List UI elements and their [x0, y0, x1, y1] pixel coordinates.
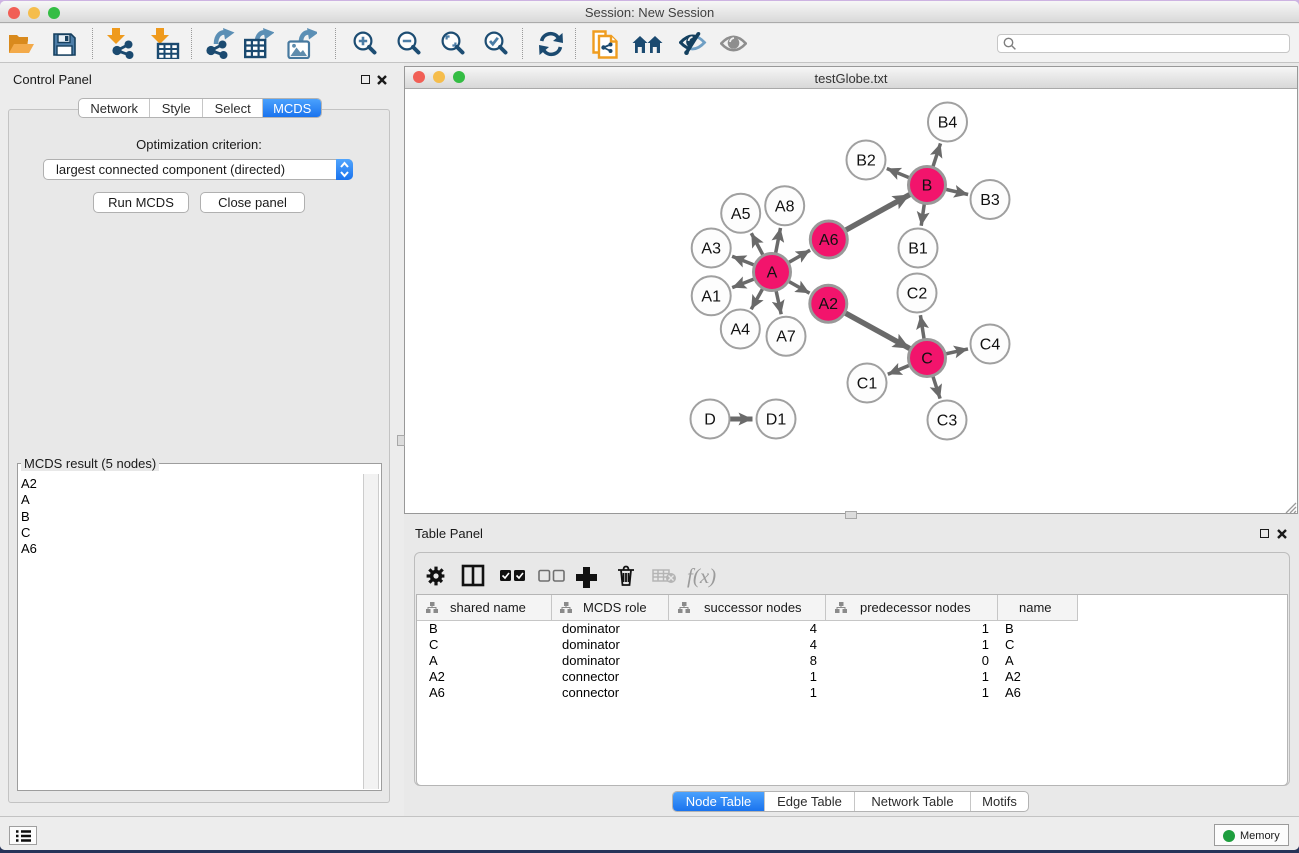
svg-text:C1: C1	[857, 376, 878, 393]
svg-text:C3: C3	[937, 413, 958, 430]
svg-text:C: C	[921, 351, 933, 368]
svg-text:A4: A4	[731, 322, 751, 339]
svg-text:B4: B4	[938, 115, 958, 132]
svg-text:A6: A6	[819, 232, 839, 249]
svg-text:C2: C2	[907, 286, 928, 303]
svg-text:B2: B2	[856, 153, 876, 170]
svg-text:A5: A5	[731, 206, 751, 223]
svg-text:B1: B1	[908, 241, 928, 258]
svg-text:B3: B3	[980, 192, 1000, 209]
svg-text:D: D	[704, 412, 716, 429]
svg-text:D1: D1	[766, 412, 787, 429]
svg-text:B: B	[922, 178, 933, 195]
svg-text:A1: A1	[701, 288, 721, 305]
svg-text:A2: A2	[819, 296, 839, 313]
svg-text:C4: C4	[980, 337, 1001, 354]
svg-text:A3: A3	[701, 241, 721, 258]
svg-text:A8: A8	[775, 198, 795, 215]
svg-text:f(x): f(x)	[687, 564, 716, 588]
svg-text:A: A	[767, 265, 778, 282]
svg-text:A7: A7	[776, 329, 796, 346]
